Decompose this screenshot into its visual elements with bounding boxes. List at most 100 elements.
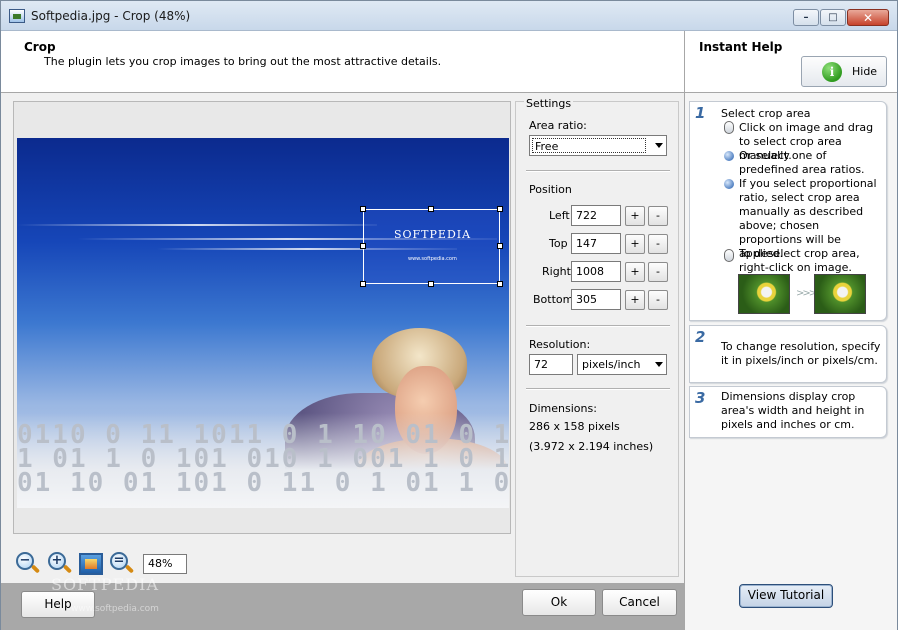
view-tutorial-button[interactable]: View Tutorial bbox=[739, 584, 833, 608]
actual-size-button[interactable]: = bbox=[109, 551, 135, 577]
bullet-icon bbox=[724, 151, 734, 161]
resolution-unit-select[interactable]: pixels/inch bbox=[577, 354, 667, 375]
left-input[interactable]: 722 bbox=[571, 205, 621, 226]
help-bullet: Or select one of predefined area ratios. bbox=[739, 149, 865, 176]
position-label: Position bbox=[529, 183, 572, 196]
minimize-button[interactable]: – bbox=[793, 9, 819, 26]
area-ratio-value: Free bbox=[532, 138, 646, 153]
left-decrement-button[interactable]: - bbox=[648, 206, 668, 226]
left-label: Left bbox=[549, 209, 570, 222]
light-streak bbox=[17, 224, 377, 226]
crop-handle-bottom[interactable] bbox=[428, 281, 434, 287]
image-preview-panel: 0110 0 11 1011 0 1 10 01 0 11001 01 1011… bbox=[13, 101, 511, 534]
main-area: 0110 0 11 1011 0 1 10 01 0 11001 01 1011… bbox=[1, 93, 684, 630]
bullet-icon bbox=[724, 179, 734, 189]
dimensions-label: Dimensions: bbox=[529, 402, 597, 415]
image-app-icon bbox=[9, 9, 25, 23]
hide-label: Hide bbox=[852, 65, 878, 78]
mouse-cursor-icon bbox=[724, 121, 734, 134]
divider bbox=[526, 170, 670, 172]
crop-handle-right[interactable] bbox=[497, 243, 503, 249]
title-bar[interactable]: Softpedia.jpg - Crop (48%) – □ ✕ bbox=[1, 1, 897, 31]
watermark-logo: SOFTPEDIA bbox=[51, 575, 159, 594]
bottom-increment-button[interactable]: + bbox=[625, 290, 645, 310]
chevron-down-icon bbox=[655, 143, 663, 148]
settings-panel: Settings Area ratio: Free Position Left … bbox=[515, 97, 679, 577]
magnifier-handle bbox=[124, 564, 135, 574]
help-card-text: To change resolution, specify it in pixe… bbox=[721, 340, 881, 367]
left-increment-button[interactable]: + bbox=[625, 206, 645, 226]
help-card-1: 1 Select crop area Click on image and dr… bbox=[689, 101, 887, 321]
right-label: Right bbox=[542, 265, 571, 278]
crop-handle-top[interactable] bbox=[428, 206, 434, 212]
step-number: 1 bbox=[695, 104, 706, 122]
bottom-decrement-button[interactable]: - bbox=[648, 290, 668, 310]
crop-handle-left[interactable] bbox=[360, 243, 366, 249]
image-url-text: www.softpedia.com bbox=[408, 256, 457, 262]
plugin-description: The plugin lets you crop images to bring… bbox=[44, 55, 442, 68]
top-increment-button[interactable]: + bbox=[625, 234, 645, 254]
plugin-header: Crop The plugin lets you crop images to … bbox=[1, 31, 684, 93]
arrows-icon: >>> bbox=[796, 288, 817, 299]
bottom-label: Bottom bbox=[533, 293, 574, 306]
maximize-icon: □ bbox=[828, 11, 838, 23]
step-number: 3 bbox=[695, 389, 706, 407]
help-card-3: 3 Dimensions display crop area's width a… bbox=[689, 386, 887, 438]
top-decrement-button[interactable]: - bbox=[648, 234, 668, 254]
top-label: Top bbox=[549, 237, 568, 250]
instant-help-header: Instant Help i Hide bbox=[684, 31, 897, 93]
zoom-in-button[interactable]: + bbox=[47, 551, 73, 577]
crop-handle-top-right[interactable] bbox=[497, 206, 503, 212]
flower-before-thumbnail bbox=[738, 274, 790, 314]
help-bullet: To deselect crop area, right-click on im… bbox=[739, 247, 860, 274]
cancel-button[interactable]: Cancel bbox=[602, 589, 677, 616]
crop-selection[interactable]: SOFTPEDIA www.softpedia.com bbox=[360, 206, 503, 287]
divider bbox=[526, 388, 670, 390]
resolution-label: Resolution: bbox=[529, 338, 591, 351]
maximize-button[interactable]: □ bbox=[820, 9, 846, 26]
settings-legend: Settings bbox=[524, 97, 574, 110]
minimize-icon: – bbox=[803, 11, 809, 23]
area-ratio-select[interactable]: Free bbox=[529, 135, 667, 156]
divider bbox=[526, 325, 670, 327]
hide-help-button[interactable]: i Hide bbox=[801, 56, 887, 87]
digits-row: 01 10 01 101 0 11 0 1 01 1 00 1 0 11 0 1… bbox=[17, 468, 509, 498]
area-ratio-label: Area ratio: bbox=[529, 119, 587, 132]
help-card-2: 2 To change resolution, specify it in pi… bbox=[689, 325, 887, 383]
chevron-down-icon bbox=[655, 362, 663, 367]
close-icon: ✕ bbox=[862, 10, 874, 25]
dimensions-inches: (3.972 x 2.194 inches) bbox=[529, 440, 654, 453]
info-icon: i bbox=[822, 61, 842, 82]
top-input[interactable]: 147 bbox=[571, 233, 621, 254]
fit-to-window-icon[interactable] bbox=[79, 553, 103, 575]
help-card-text: Dimensions display crop area's width and… bbox=[721, 390, 865, 431]
right-input[interactable]: 1008 bbox=[571, 261, 621, 282]
ok-button[interactable]: Ok bbox=[522, 589, 596, 616]
crop-handle-top-left[interactable] bbox=[360, 206, 366, 212]
window-controls: – □ ✕ bbox=[793, 9, 889, 26]
help-card-title: Select crop area bbox=[721, 107, 811, 120]
crop-handle-bottom-left[interactable] bbox=[360, 281, 366, 287]
zoom-out-button[interactable]: − bbox=[15, 551, 41, 577]
zoom-level-input[interactable]: 48% bbox=[143, 554, 187, 574]
resolution-input[interactable]: 72 bbox=[529, 354, 573, 375]
step-number: 2 bbox=[695, 328, 706, 346]
instant-help-title: Instant Help bbox=[699, 40, 783, 54]
crop-window: Softpedia.jpg - Crop (48%) – □ ✕ Crop Th… bbox=[0, 0, 898, 630]
crop-handle-bottom-right[interactable] bbox=[497, 281, 503, 287]
watermark-url: www.softpedia.com bbox=[71, 604, 159, 614]
right-increment-button[interactable]: + bbox=[625, 262, 645, 282]
binary-digits-decoration: 0110 0 11 1011 0 1 10 01 0 11001 01 1011… bbox=[17, 413, 509, 508]
close-button[interactable]: ✕ bbox=[847, 9, 889, 26]
image-logo-text: SOFTPEDIA bbox=[394, 228, 472, 241]
zoom-toolbar: − + = 48% bbox=[15, 551, 187, 577]
plugin-title: Crop bbox=[24, 40, 56, 54]
image-canvas[interactable]: 0110 0 11 1011 0 1 10 01 0 11001 01 1011… bbox=[17, 138, 509, 508]
resolution-unit-value: pixels/inch bbox=[582, 358, 641, 371]
flower-after-thumbnail bbox=[814, 274, 866, 314]
bottom-input[interactable]: 305 bbox=[571, 289, 621, 310]
right-decrement-button[interactable]: - bbox=[648, 262, 668, 282]
dimensions-pixels: 286 x 158 pixels bbox=[529, 420, 620, 433]
instant-help-panel: 1 Select crop area Click on image and dr… bbox=[684, 93, 897, 630]
mouse-right-click-icon bbox=[724, 249, 734, 262]
